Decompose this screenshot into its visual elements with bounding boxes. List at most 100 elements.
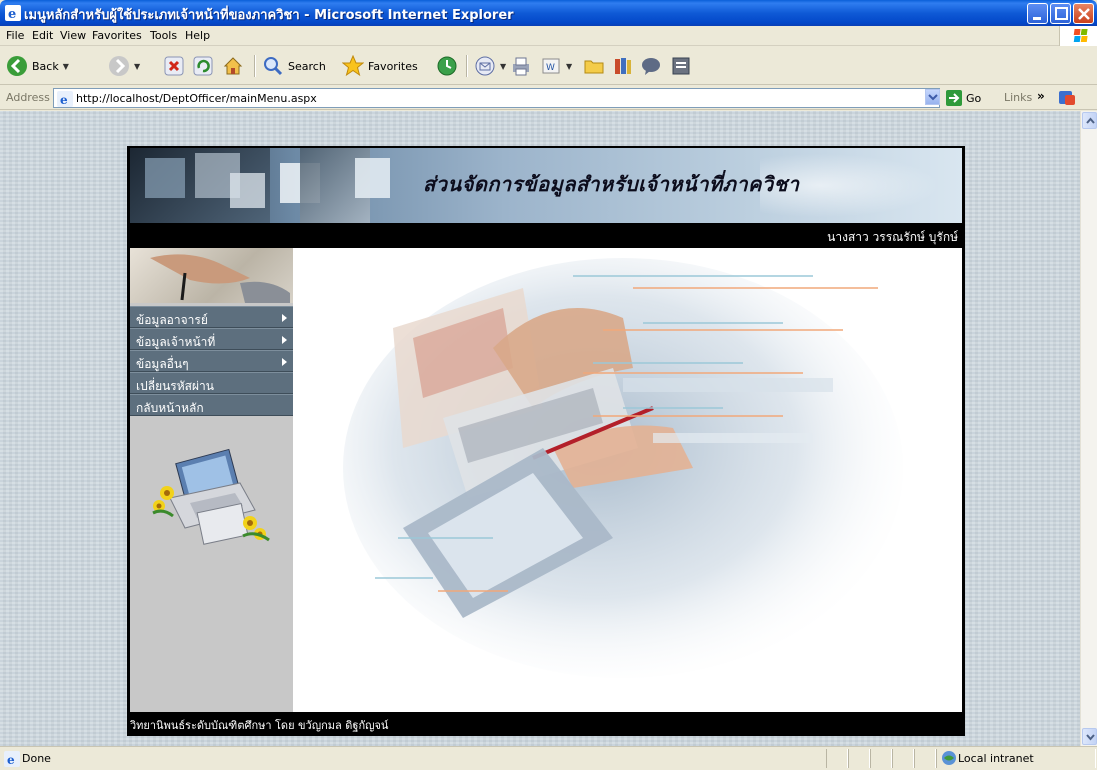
minimize-icon xyxy=(1033,17,1041,20)
address-url: http://localhost/DeptOfficer/mainMenu.as… xyxy=(76,92,317,105)
edit-button[interactable]: W ▼ xyxy=(540,54,572,78)
page-done-icon: e xyxy=(4,751,20,767)
local-intranet-icon xyxy=(942,751,956,765)
page-footer: วิทยานิพนธ์ระดับบัณฑิตศึกษา โดย ขวัญกมล … xyxy=(130,712,962,734)
svg-text:W: W xyxy=(546,63,555,73)
window-title: เมนูหลักสำหรับผู้ใช้ประเภทเจ้าหน้าที่ของ… xyxy=(24,8,514,23)
back-button[interactable]: Back ▼ xyxy=(6,54,69,78)
security-zone-text: Local intranet xyxy=(958,752,1034,765)
vertical-scrollbar[interactable] xyxy=(1080,111,1097,746)
history-button[interactable] xyxy=(436,54,458,78)
submenu-arrow-icon xyxy=(282,336,287,344)
translate-button[interactable] xyxy=(1058,89,1078,107)
chevron-up-icon xyxy=(1086,117,1095,124)
sidebar-item-back-to-main[interactable]: กลับหน้าหลัก xyxy=(130,394,293,416)
menu-help[interactable]: Help xyxy=(185,29,210,42)
chevron-down-icon: ▼ xyxy=(134,61,141,71)
banner-square xyxy=(230,173,265,208)
laptop-with-flowers-image xyxy=(152,448,270,545)
address-dropdown-button[interactable] xyxy=(925,89,940,105)
window-title-bar[interactable]: e เมนูหลักสำหรับผู้ใช้ประเภทเจ้าหน้าที่ข… xyxy=(0,0,1097,26)
status-cell xyxy=(870,749,892,768)
banner-title: ส่วนจัดการข้อมูลสำหรับเจ้าหน้าที่ภาควิชา xyxy=(423,172,800,196)
menu-bar: File Edit View Favorites Tools Help xyxy=(0,26,1097,46)
favorites-label: Favorites xyxy=(368,59,418,73)
favorites-button[interactable]: Favorites xyxy=(342,54,418,78)
page-favicon-icon: e xyxy=(57,91,73,107)
back-arrow-icon xyxy=(7,56,27,76)
search-button[interactable]: Search xyxy=(262,54,326,78)
banner-square xyxy=(145,158,185,198)
menu-favorites[interactable]: Favorites xyxy=(92,29,142,42)
sidebar-item-lecturer-info[interactable]: ข้อมูลอาจารย์ xyxy=(130,306,293,328)
search-label: Search xyxy=(288,59,326,73)
home-button[interactable] xyxy=(222,54,244,78)
web-page-frame: ส่วนจัดการข้อมูลสำหรับเจ้าหน้าที่ภาควิชา… xyxy=(127,146,965,736)
messenger-button[interactable] xyxy=(640,54,662,78)
scroll-up-button[interactable] xyxy=(1082,112,1097,129)
svg-text:e: e xyxy=(7,753,15,767)
links-chevron[interactable]: » xyxy=(1037,89,1045,103)
windows-logo-icon xyxy=(1059,26,1097,46)
research-books-icon xyxy=(615,58,631,74)
banner-square xyxy=(355,158,390,198)
print-button[interactable] xyxy=(510,54,532,78)
internet-explorer-icon: e xyxy=(5,5,21,21)
status-bar: e Done Local intranet xyxy=(0,746,1097,770)
user-info-bar: นางสาว วรรณรักษ์ บุรักษ์ xyxy=(130,224,962,248)
chevron-down-icon: ▼ xyxy=(566,61,573,71)
close-icon xyxy=(1078,8,1090,20)
extra-button[interactable] xyxy=(670,54,692,78)
back-label: Back xyxy=(32,59,59,73)
svg-text:e: e xyxy=(60,93,68,107)
printer-icon xyxy=(513,57,529,76)
discuss-button[interactable] xyxy=(583,54,605,78)
menu-view[interactable]: View xyxy=(60,29,86,42)
go-arrow-icon xyxy=(946,90,962,106)
word-document-icon: W xyxy=(542,58,560,74)
minimize-button[interactable] xyxy=(1027,3,1048,24)
submenu-arrow-icon xyxy=(282,314,287,322)
close-button[interactable] xyxy=(1073,3,1094,24)
logged-in-username: นางสาว วรรณรักษ์ บุรักษ์ xyxy=(827,230,958,244)
chevron-down-icon: ▼ xyxy=(500,61,507,71)
menu-tools[interactable]: Tools xyxy=(150,29,177,42)
chat-bubble-icon xyxy=(642,58,660,75)
menu-edit[interactable]: Edit xyxy=(32,29,53,42)
maximize-button[interactable] xyxy=(1050,3,1071,24)
history-icon xyxy=(437,56,457,76)
status-cell xyxy=(826,749,848,768)
forward-button[interactable]: ▼ xyxy=(108,54,140,78)
sidebar-item-label: กลับหน้าหลัก xyxy=(136,401,204,415)
status-cell xyxy=(848,749,870,768)
menu-file[interactable]: File xyxy=(6,29,24,42)
mail-icon xyxy=(475,56,495,76)
svg-text:e: e xyxy=(8,7,16,21)
stop-button[interactable] xyxy=(163,54,185,78)
folder-icon xyxy=(584,60,604,74)
standard-toolbar: Back ▼ ▼ Search Favorites ▼ W ▼ xyxy=(0,47,1097,85)
status-cell xyxy=(892,749,914,768)
toolbar-separator xyxy=(466,55,467,77)
maximize-icon xyxy=(1055,7,1068,20)
footer-credit: วิทยานิพนธ์ระดับบัณฑิตศึกษา โดย ขวัญกมล … xyxy=(130,719,389,732)
mail-button[interactable]: ▼ xyxy=(474,54,506,78)
sidebar-item-other-info[interactable]: ข้อมูลอื่นๆ xyxy=(130,350,293,372)
sidebar-item-staff-info[interactable]: ข้อมูลเจ้าหน้าที่ xyxy=(130,328,293,350)
scroll-down-button[interactable] xyxy=(1082,728,1097,745)
address-label: Address xyxy=(6,91,50,104)
go-button[interactable]: Go xyxy=(946,89,990,107)
refresh-button[interactable] xyxy=(192,54,214,78)
star-icon xyxy=(342,55,364,77)
toolbar-separator xyxy=(254,55,255,77)
chevron-down-icon xyxy=(928,94,938,101)
links-label[interactable]: Links xyxy=(1004,91,1032,104)
chevron-down-icon: ▼ xyxy=(62,61,69,71)
address-input[interactable]: e http://localhost/DeptOfficer/mainMenu.… xyxy=(53,88,940,108)
address-bar: Address e http://localhost/DeptOfficer/m… xyxy=(0,86,1097,110)
research-button[interactable] xyxy=(612,54,634,78)
status-cell xyxy=(914,749,936,768)
sidebar-item-change-password[interactable]: เปลี่ยนรหัสผ่าน xyxy=(130,372,293,394)
hand-with-pen-image xyxy=(130,248,293,303)
go-label: Go xyxy=(966,91,982,105)
